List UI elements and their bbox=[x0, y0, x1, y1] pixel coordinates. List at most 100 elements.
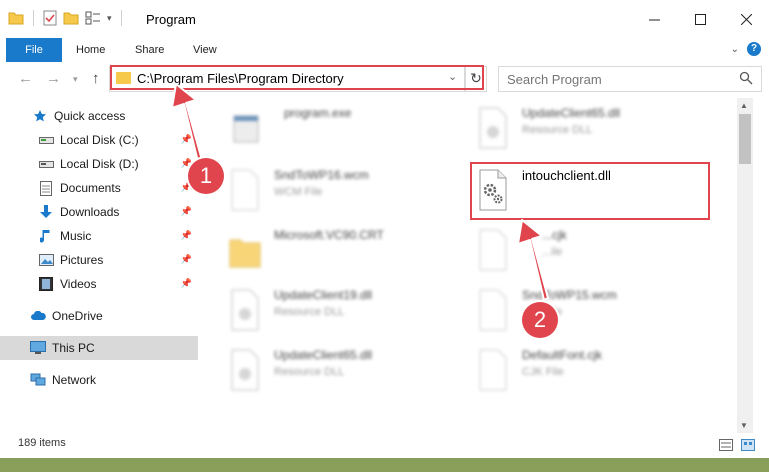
properties-icon[interactable] bbox=[43, 10, 57, 26]
view-toggle bbox=[719, 439, 755, 451]
help-button[interactable]: ? bbox=[747, 42, 761, 56]
file-type: Resource DLL bbox=[274, 306, 345, 318]
minimize-icon bbox=[648, 19, 660, 20]
pictures-icon bbox=[38, 252, 54, 268]
file-name: Microsoft.VC90.CRT bbox=[274, 228, 384, 242]
list-item[interactable]: SndToWP16.wcm WCM File bbox=[228, 164, 478, 218]
search-box[interactable] bbox=[498, 66, 762, 92]
list-item[interactable]: UpdateClient19.dll Resource DLL bbox=[228, 284, 478, 338]
recent-locations-icon[interactable]: ▾ bbox=[73, 74, 78, 85]
up-arrow-icon[interactable]: ↑ bbox=[92, 70, 100, 87]
list-item[interactable]: DefaultFont.cjk CJK File bbox=[476, 344, 726, 398]
sidebar-item-label: Local Disk (D:) bbox=[60, 157, 139, 171]
file-icon bbox=[231, 169, 259, 211]
close-icon bbox=[740, 13, 752, 25]
sidebar-item-documents[interactable]: Documents 📌 bbox=[38, 176, 198, 200]
callout-badge-2: 2 bbox=[522, 302, 558, 338]
toolbar-divider bbox=[120, 10, 122, 26]
file-name: UpdateClient19.dll bbox=[274, 288, 373, 302]
file-name: UpdateClient65.dll bbox=[274, 348, 373, 362]
address-bar[interactable]: C:\Program Files\Program Directory ⌄ bbox=[109, 66, 465, 92]
file-name: program.exe bbox=[284, 106, 352, 120]
chevron-down-icon[interactable]: ▾ bbox=[107, 13, 112, 24]
view-options-icon[interactable] bbox=[85, 11, 101, 25]
forward-arrow-icon[interactable]: → bbox=[46, 70, 61, 87]
sidebar-item-this-pc[interactable]: This PC bbox=[0, 336, 198, 360]
sidebar-item-pictures[interactable]: Pictures 📌 bbox=[38, 248, 198, 272]
network-icon bbox=[30, 372, 46, 388]
list-item[interactable]: ...cjk ...ile bbox=[476, 224, 726, 278]
list-item[interactable]: program.exe bbox=[228, 102, 478, 156]
sidebar-item-label: Local Disk (C:) bbox=[60, 133, 139, 147]
sidebar-item-local-disk-d[interactable]: Local Disk (D:) 📌 bbox=[38, 152, 198, 176]
quick-access-toolbar: ▾ bbox=[8, 10, 125, 26]
videos-icon bbox=[38, 276, 54, 292]
sidebar-item-label: Videos bbox=[60, 277, 97, 291]
scroll-down-icon[interactable]: ▼ bbox=[740, 421, 748, 430]
pin-icon[interactable]: 📌 bbox=[181, 278, 192, 289]
list-item[interactable]: Microsoft.VC90.CRT bbox=[228, 224, 478, 278]
window-title: Program bbox=[146, 12, 196, 27]
sidebar-item-onedrive[interactable]: OneDrive bbox=[30, 304, 228, 328]
tab-home[interactable]: Home bbox=[62, 38, 119, 62]
chevron-down-icon[interactable]: ⌄ bbox=[448, 70, 457, 83]
sidebar-item-label: OneDrive bbox=[52, 309, 103, 323]
drive-icon bbox=[38, 156, 54, 172]
vertical-scrollbar[interactable]: ▲ ▼ bbox=[737, 98, 753, 433]
status-bar: 189 items bbox=[0, 435, 769, 455]
ribbon-controls: ⌄ ? bbox=[731, 42, 761, 56]
document-icon bbox=[38, 180, 54, 196]
tiles-view-icon[interactable] bbox=[741, 439, 755, 451]
list-item[interactable]: UpdateClient65.dll Resource DLL bbox=[476, 102, 726, 156]
new-folder-icon[interactable] bbox=[63, 11, 79, 25]
dll-file-icon bbox=[231, 349, 259, 391]
back-arrow-icon[interactable]: ← bbox=[18, 70, 33, 87]
file-name: UpdateClient65.dll bbox=[522, 106, 621, 120]
file-type: Resource DLL bbox=[522, 124, 593, 136]
file-icon bbox=[479, 289, 507, 331]
navigation-pane: Quick access Local Disk (C:) 📌 Local Dis… bbox=[0, 98, 200, 433]
file-name: SndToWP16.wcm bbox=[274, 168, 369, 182]
refresh-button[interactable]: ↻ bbox=[465, 66, 487, 92]
tab-file[interactable]: File bbox=[6, 38, 62, 62]
sidebar-item-label: Network bbox=[52, 373, 97, 387]
expand-ribbon-icon[interactable]: ⌄ bbox=[731, 44, 739, 55]
pin-icon[interactable]: 📌 bbox=[181, 254, 192, 265]
search-input[interactable] bbox=[499, 67, 709, 91]
file-name: ...cjk bbox=[542, 228, 567, 242]
navigation-bar: ← → ▾ ↑ C:\Program Files\Program Directo… bbox=[0, 62, 769, 96]
search-icon[interactable] bbox=[739, 71, 753, 85]
download-icon bbox=[38, 204, 54, 220]
maximize-button[interactable] bbox=[677, 0, 723, 38]
tab-view[interactable]: View bbox=[179, 38, 231, 62]
details-view-icon[interactable] bbox=[719, 439, 733, 451]
sidebar-item-label: Quick access bbox=[54, 109, 126, 123]
sidebar-item-downloads[interactable]: Downloads 📌 bbox=[38, 200, 198, 224]
close-button[interactable] bbox=[723, 0, 769, 38]
sidebar-item-music[interactable]: Music 📌 bbox=[38, 224, 198, 248]
music-icon bbox=[38, 228, 54, 244]
file-type: ...ile bbox=[542, 246, 563, 258]
address-path[interactable]: C:\Program Files\Program Directory bbox=[137, 71, 344, 86]
minimize-button[interactable] bbox=[631, 0, 677, 38]
folder-icon[interactable] bbox=[8, 11, 24, 25]
scroll-up-icon[interactable]: ▲ bbox=[740, 101, 748, 110]
item-count: 189 items bbox=[18, 437, 66, 449]
pin-icon[interactable]: 📌 bbox=[181, 206, 192, 217]
maximize-icon bbox=[694, 13, 706, 25]
tab-share[interactable]: Share bbox=[121, 38, 178, 62]
pin-icon[interactable]: 📌 bbox=[181, 134, 192, 145]
sidebar-item-local-disk-c[interactable]: Local Disk (C:) 📌 bbox=[38, 128, 198, 152]
list-item[interactable]: UpdateClient65.dll Resource DLL bbox=[228, 344, 478, 398]
pin-icon[interactable]: 📌 bbox=[181, 230, 192, 241]
sidebar-item-videos[interactable]: Videos 📌 bbox=[38, 272, 198, 296]
sidebar-item-network[interactable]: Network bbox=[30, 368, 228, 392]
title-bar: ▾ Program bbox=[0, 0, 769, 38]
folder-icon bbox=[229, 239, 261, 268]
sidebar-item-label: Documents bbox=[60, 181, 121, 195]
list-item[interactable]: SndToWP15.wcm ...ile bbox=[476, 284, 726, 338]
scroll-thumb[interactable] bbox=[739, 114, 751, 164]
file-type: Resource DLL bbox=[274, 366, 345, 378]
exe-file-icon bbox=[233, 115, 259, 143]
file-icon bbox=[479, 349, 507, 391]
